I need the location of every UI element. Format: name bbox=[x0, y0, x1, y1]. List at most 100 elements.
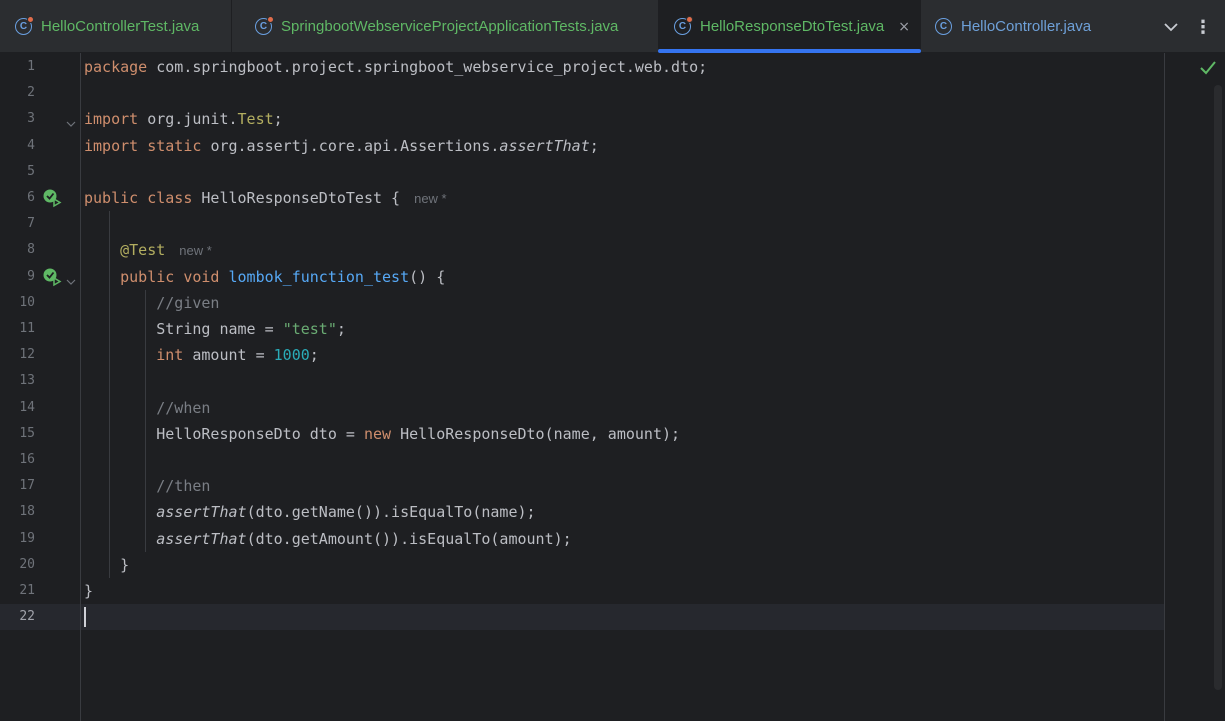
code-area[interactable]: package com.springboot.project.springboo… bbox=[81, 53, 1164, 721]
tab-label: SpringbootWebserviceProjectApplicationTe… bbox=[281, 18, 619, 35]
checkmark-icon[interactable] bbox=[1199, 59, 1217, 77]
java-class-icon-glyph: C bbox=[678, 21, 687, 32]
code-token: HelloResponseDtoTest { bbox=[201, 189, 401, 207]
fold-chevron-icon[interactable] bbox=[66, 272, 76, 285]
code-token: Test bbox=[237, 110, 274, 129]
code-line[interactable]: assertThat(dto.getName()).isEqualTo(name… bbox=[84, 499, 536, 525]
code-token: "test" bbox=[282, 320, 337, 338]
tab-label: HelloController.java bbox=[961, 18, 1092, 35]
code-line[interactable]: } bbox=[84, 552, 129, 578]
code-token: ; bbox=[336, 320, 346, 338]
code-token: } bbox=[84, 582, 94, 600]
code-token: //then bbox=[156, 477, 211, 496]
line-number: 8 bbox=[27, 242, 35, 258]
code-token: import static bbox=[84, 136, 211, 155]
line-number: 17 bbox=[19, 478, 35, 494]
code-token: String name = bbox=[84, 320, 283, 338]
code-token: int bbox=[156, 346, 193, 365]
code-token: package bbox=[84, 58, 157, 76]
code-token: 1000 bbox=[273, 346, 310, 365]
code-line[interactable]: HelloResponseDto dto = new HelloResponse… bbox=[84, 421, 680, 447]
code-line[interactable]: //given bbox=[84, 290, 219, 316]
java-class-icon-glyph: C bbox=[19, 21, 28, 32]
code-token: public void bbox=[120, 267, 229, 286]
code-token: amount = bbox=[192, 346, 274, 365]
code-line[interactable]: String name = "test"; bbox=[84, 316, 346, 342]
test-badge-icon bbox=[686, 16, 693, 23]
author-hint: new * bbox=[414, 191, 447, 206]
vertical-scrollbar[interactable] bbox=[1214, 85, 1222, 690]
tab-hello-controller-test[interactable]: C HelloControllerTest.java bbox=[0, 0, 231, 53]
code-line[interactable]: import static org.assertj.core.api.Asser… bbox=[84, 133, 599, 159]
java-class-icon-glyph: C bbox=[939, 21, 948, 32]
chevron-down-icon[interactable] bbox=[1160, 16, 1182, 38]
editor-tab-bar: C HelloControllerTest.java C SpringbootW… bbox=[0, 0, 1225, 53]
line-number: 10 bbox=[19, 294, 35, 310]
code-line[interactable]: } bbox=[84, 578, 93, 604]
tab-label: HelloControllerTest.java bbox=[41, 18, 200, 35]
tab-hello-controller[interactable]: C HelloController.java bbox=[922, 0, 1142, 53]
code-token: () { bbox=[409, 267, 446, 286]
line-number: 22 bbox=[19, 609, 35, 625]
line-number: 1 bbox=[27, 59, 35, 74]
code-token: ; bbox=[273, 110, 283, 129]
indent-guide bbox=[145, 289, 146, 552]
code-token: (dto.getAmount()).isEqualTo(amount); bbox=[246, 529, 572, 548]
code-token: ; bbox=[309, 346, 319, 365]
code-token: org.assertj.core.api.Assertions. bbox=[210, 136, 500, 155]
code-token: new bbox=[363, 424, 401, 443]
code-editor[interactable]: 1 2 3 4 5 6 7 8 9 10 11 12 13 14 15 16 17 18 19 20 21 22 pack… bbox=[0, 53, 1225, 721]
code-line[interactable]: //when bbox=[84, 395, 210, 421]
line-number: 9 bbox=[27, 268, 35, 284]
code-line[interactable]: package com.springboot.project.springboo… bbox=[84, 54, 707, 80]
line-number: 6 bbox=[27, 190, 35, 205]
code-token: //given bbox=[156, 293, 220, 312]
code-token: ; bbox=[589, 136, 599, 155]
code-line[interactable]: public class HelloResponseDtoTest {new * bbox=[84, 185, 447, 211]
line-number: 13 bbox=[19, 373, 35, 389]
code-token: import bbox=[84, 110, 148, 129]
test-badge-icon bbox=[27, 16, 34, 23]
test-badge-icon bbox=[267, 16, 274, 23]
code-token: } bbox=[84, 555, 130, 574]
java-class-icon: C bbox=[674, 16, 693, 35]
code-token: org.junit. bbox=[147, 110, 238, 129]
line-number: 4 bbox=[27, 137, 35, 153]
editor-gutter: 1 2 3 4 5 6 7 8 9 10 11 12 13 14 15 16 17 18 19 20 21 22 bbox=[0, 53, 81, 721]
code-line[interactable]: int amount = 1000; bbox=[84, 342, 319, 368]
line-number: 19 bbox=[19, 530, 35, 546]
tab-springboot-application-tests[interactable]: C SpringbootWebserviceProjectApplication… bbox=[241, 0, 657, 53]
line-number: 15 bbox=[19, 425, 35, 441]
code-line[interactable]: public void lombok_function_test() { bbox=[84, 264, 445, 290]
line-number: 11 bbox=[19, 321, 35, 336]
more-options-icon[interactable]: ⋮ bbox=[1192, 15, 1214, 39]
code-token: (dto.getName()).isEqualTo(name); bbox=[246, 503, 536, 522]
code-token: //when bbox=[156, 398, 211, 417]
run-test-icon[interactable] bbox=[42, 267, 62, 287]
line-number: 16 bbox=[19, 452, 35, 467]
code-token: assertThat bbox=[156, 503, 247, 522]
tab-divider bbox=[231, 0, 232, 53]
close-tab-icon[interactable]: × bbox=[898, 19, 910, 35]
line-number: 12 bbox=[19, 347, 35, 363]
code-token: @Test bbox=[120, 241, 166, 260]
run-test-icon[interactable] bbox=[42, 188, 62, 208]
code-line[interactable]: @Test new * bbox=[84, 237, 212, 263]
code-token: HelloResponseDto dto = bbox=[84, 424, 364, 443]
java-class-icon-glyph: C bbox=[259, 21, 268, 32]
fold-chevron-icon[interactable] bbox=[66, 114, 76, 128]
tab-hello-response-dto-test[interactable]: C HelloResponseDtoTest.java × bbox=[658, 0, 921, 53]
line-number: 3 bbox=[27, 111, 35, 127]
java-class-icon: C bbox=[15, 16, 34, 35]
java-class-icon: C bbox=[255, 16, 274, 35]
code-line[interactable]: assertThat(dto.getAmount()).isEqualTo(am… bbox=[84, 526, 572, 552]
line-number: 5 bbox=[27, 163, 35, 179]
line-number: 7 bbox=[27, 216, 35, 232]
code-token: assertThat bbox=[499, 136, 590, 155]
code-token: assertThat bbox=[156, 529, 247, 548]
code-line[interactable]: import org.junit.Test; bbox=[84, 106, 283, 132]
line-number: 20 bbox=[19, 556, 35, 572]
code-line[interactable]: //then bbox=[84, 473, 210, 499]
java-class-icon: C bbox=[935, 18, 952, 35]
